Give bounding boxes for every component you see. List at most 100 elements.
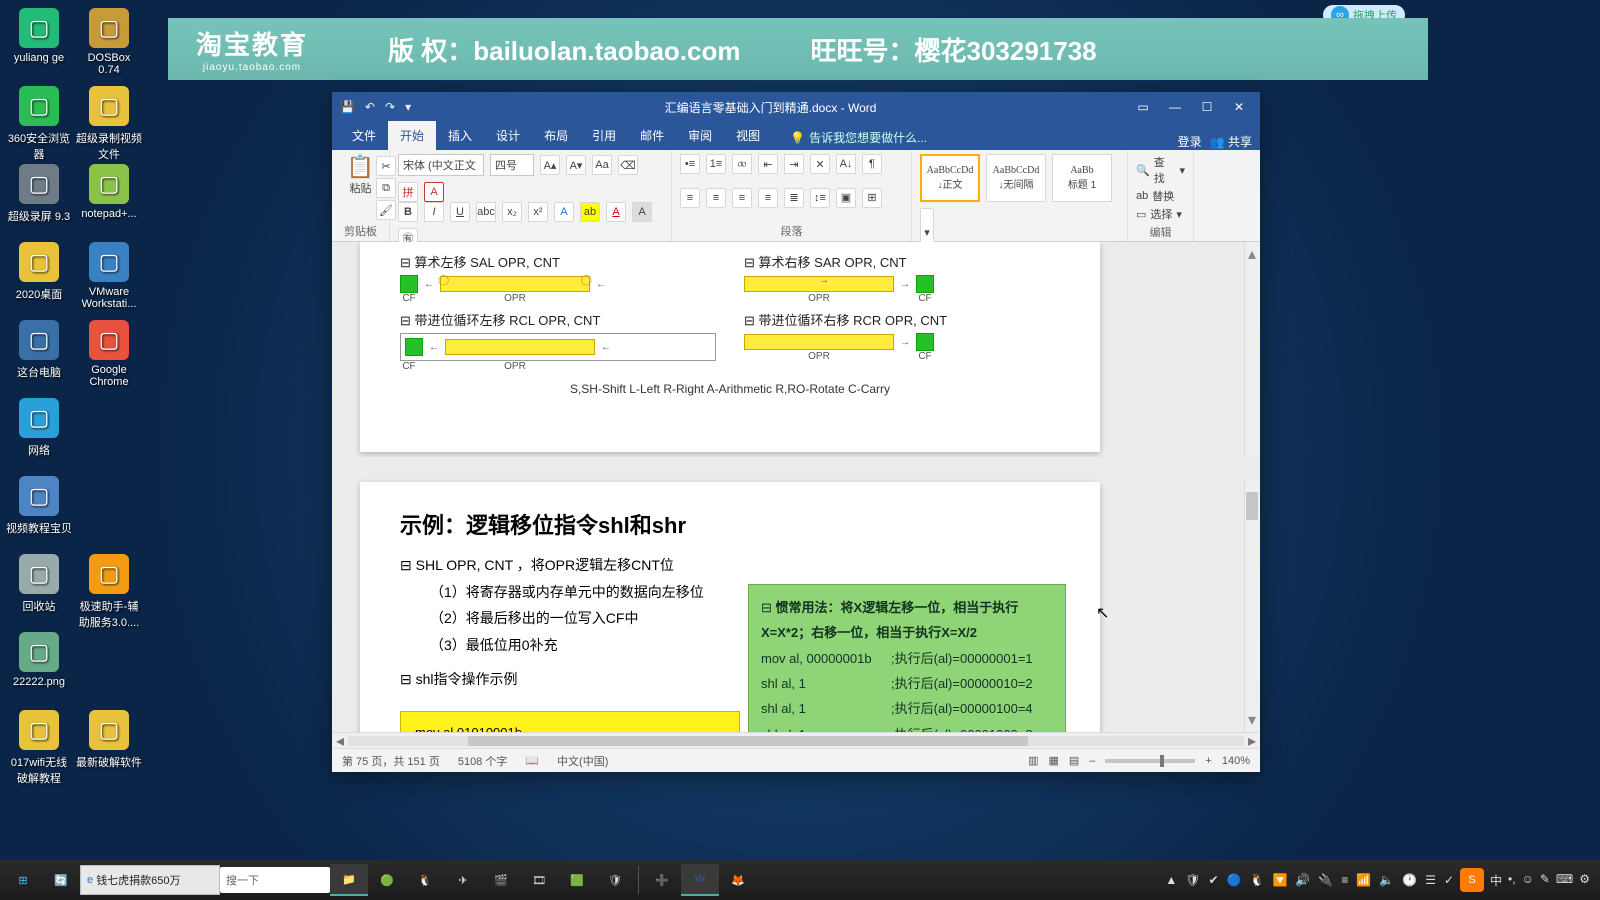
desktop-icon[interactable]: ▢2020桌面	[6, 242, 72, 302]
style-option[interactable]: AaBbCcDd↓无间隔	[986, 154, 1046, 202]
font-family-select[interactable]: 宋体 (中文正文	[398, 154, 484, 176]
close-button[interactable]: ✕	[1226, 97, 1252, 117]
highlight-icon[interactable]: ab	[580, 202, 600, 222]
indent-inc-icon[interactable]: ⇥	[784, 154, 804, 174]
grow-font-icon[interactable]: A▴	[540, 155, 560, 175]
desktop-icon[interactable]: ▢22222.png	[6, 632, 72, 688]
tray-icon[interactable]: 🔽	[1272, 873, 1287, 887]
paste-icon[interactable]: 📋	[340, 154, 381, 180]
ime-keyboard-icon[interactable]: ⌨	[1556, 872, 1573, 889]
ime-emoji-icon[interactable]: ☺	[1522, 872, 1534, 889]
enclose-char-icon[interactable]: A	[424, 182, 444, 202]
tray-icon[interactable]: 🐧	[1250, 873, 1265, 887]
multilevel-icon[interactable]: ⧞	[732, 154, 752, 174]
taskbar-app[interactable]: 🔄	[42, 864, 80, 896]
tray-icon[interactable]: ☰	[1425, 873, 1436, 887]
undo-icon[interactable]: ↶	[365, 100, 375, 114]
char-shading-icon[interactable]: A	[632, 202, 652, 222]
line-spacing-icon[interactable]: ↕≡	[810, 188, 830, 208]
vertical-scrollbar[interactable]: ▴ ▾	[1244, 242, 1260, 748]
scrollbar-thumb[interactable]	[468, 736, 1028, 746]
print-layout-icon[interactable]: ▦	[1048, 754, 1058, 767]
ribbon-tab[interactable]: 布局	[532, 121, 580, 150]
ribbon-tab[interactable]: 文件	[340, 121, 388, 150]
numbering-icon[interactable]: 1≡	[706, 154, 726, 174]
maximize-button[interactable]: ☐	[1194, 97, 1220, 117]
distribute-icon[interactable]: ≣	[784, 188, 804, 208]
ime-punct[interactable]: •,	[1508, 872, 1516, 889]
desktop-icon[interactable]: ▢最新破解软件	[76, 710, 142, 770]
tray-icon[interactable]: 📶	[1356, 873, 1371, 887]
italic-button[interactable]: I	[424, 202, 444, 222]
ime-settings-icon[interactable]: ⚙	[1579, 872, 1590, 889]
ribbon-tab[interactable]: 审阅	[676, 121, 724, 150]
indent-dec-icon[interactable]: ⇤	[758, 154, 778, 174]
zoom-slider[interactable]	[1105, 759, 1195, 763]
desktop-icon[interactable]: ▢回收站	[6, 554, 72, 614]
zoom-out-button[interactable]: –	[1089, 755, 1095, 767]
font-color-icon[interactable]: A	[606, 202, 626, 222]
browser360-icon[interactable]: 🟢	[368, 864, 406, 896]
justify-icon[interactable]: ≡	[758, 188, 778, 208]
scroll-left-icon[interactable]: ◂	[332, 731, 348, 749]
zoom-level[interactable]: 140%	[1222, 755, 1250, 767]
phonetic-icon[interactable]: 拼	[398, 182, 418, 202]
strike-button[interactable]: abc	[476, 202, 496, 222]
align-right-icon[interactable]: ≡	[732, 188, 752, 208]
desktop-icon[interactable]: ▢网络	[6, 398, 72, 458]
asian-layout-icon[interactable]: ✕	[810, 154, 830, 174]
zoom-in-button[interactable]: +	[1205, 755, 1211, 767]
feishu-icon[interactable]: ✈	[444, 864, 482, 896]
font-size-select[interactable]: 四号	[490, 154, 534, 176]
redo-icon[interactable]: ↷	[385, 100, 395, 114]
style-option[interactable]: AaBb标题 1	[1052, 154, 1112, 202]
tell-me[interactable]: 💡 告诉我您想要做什么...	[782, 125, 935, 150]
tray-icon[interactable]: 🔊	[1295, 873, 1310, 887]
sort-icon[interactable]: A↓	[836, 154, 856, 174]
align-left-icon[interactable]: ≡	[680, 188, 700, 208]
align-center-icon[interactable]: ≡	[706, 188, 726, 208]
desktop-icon[interactable]: ▢超级录制视频文件	[76, 86, 142, 162]
spellcheck-icon[interactable]: 📖	[525, 754, 539, 767]
subscript-button[interactable]: x₂	[502, 202, 522, 222]
tray-icon[interactable]: 🕐	[1402, 873, 1417, 887]
desktop-icon[interactable]: ▢DOSBox 0.74	[76, 8, 142, 76]
desktop-icon[interactable]: ▢yuliang ge	[6, 8, 72, 64]
bullets-icon[interactable]: •≡	[680, 154, 700, 174]
paste-label[interactable]: 粘贴	[340, 180, 381, 196]
shading-icon[interactable]: ▣	[836, 188, 856, 208]
document-area[interactable]: ▴ ▾ ⊟ 算术左移 SAL OPR, CNT ← ◯◯← CFOPR	[332, 242, 1260, 748]
tray-icon[interactable]: ▲	[1165, 873, 1177, 887]
taskbar-search[interactable]: 搜一下	[220, 867, 330, 893]
shield-app-icon[interactable]: 🛡	[596, 864, 634, 896]
borders-icon[interactable]: ⊞	[862, 188, 882, 208]
tray-icon[interactable]: 🔈	[1379, 873, 1394, 887]
format-painter-icon[interactable]: 🖌	[376, 200, 396, 220]
scrollbar-thumb[interactable]	[1246, 492, 1258, 520]
underline-button[interactable]: U	[450, 202, 470, 222]
copy-icon[interactable]: ⧉	[376, 178, 396, 198]
firefox-icon[interactable]: 🦊	[719, 864, 757, 896]
word-taskbar-icon[interactable]: W	[681, 864, 719, 896]
style-option[interactable]: AaBbCcDd↓正文	[920, 154, 980, 202]
taskbar[interactable]: ⊞ 🔄 e 钱七虎捐款650万 搜一下 📁 🟢 🐧 ✈ 🎬 🎞 🟩 🛡 ➕ W …	[0, 860, 1600, 900]
video-editor2-icon[interactable]: 🎞	[520, 864, 558, 896]
ribbon-tab[interactable]: 视图	[724, 121, 772, 150]
ribbon-tab[interactable]: 引用	[580, 121, 628, 150]
desktop-icon[interactable]: ▢Google Chrome	[76, 320, 142, 388]
qat-more-icon[interactable]: ▾	[405, 100, 411, 114]
web-layout-icon[interactable]: ▤	[1069, 754, 1079, 767]
ribbon-display-icon[interactable]: ▭	[1130, 97, 1156, 117]
tray-icon[interactable]: 🔵	[1227, 873, 1242, 887]
tray-icon[interactable]: 🔌	[1318, 873, 1333, 887]
find-button[interactable]: 🔍查找▾	[1136, 154, 1185, 186]
desktop-icon[interactable]: ▢017wifi无线破解教程	[6, 710, 72, 786]
clear-format-icon[interactable]: ⌫	[618, 155, 638, 175]
desktop-icon[interactable]: ▢超级录屏 9.3	[6, 164, 72, 224]
desktop-icon[interactable]: ▢360安全浏览器	[6, 86, 72, 162]
green-app-icon[interactable]: 🟩	[558, 864, 596, 896]
ribbon-tab[interactable]: 插入	[436, 121, 484, 150]
ribbon-tab[interactable]: 设计	[484, 121, 532, 150]
scroll-right-icon[interactable]: ▸	[1244, 731, 1260, 749]
superscript-button[interactable]: x²	[528, 202, 548, 222]
